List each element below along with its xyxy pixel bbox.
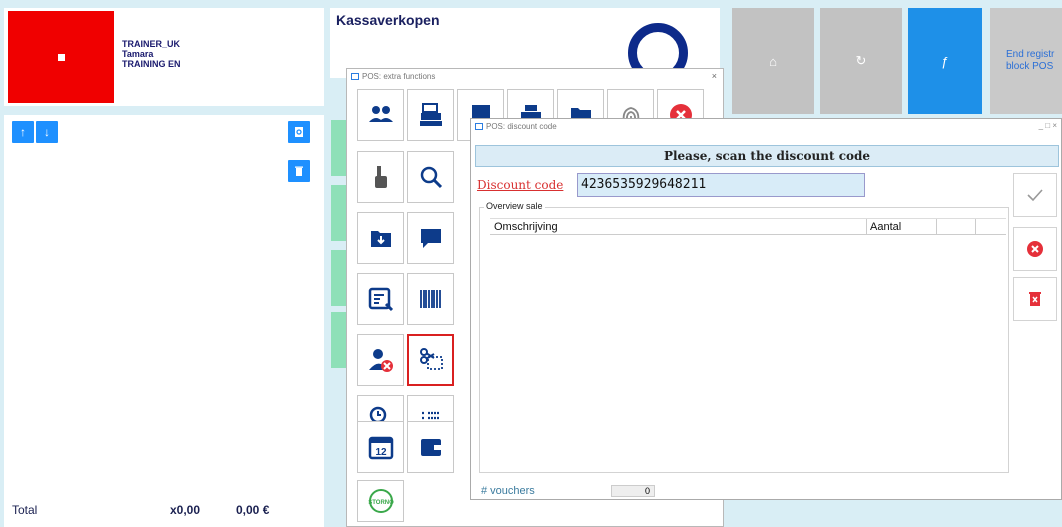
trainer-name: TRAINER_UK — [122, 39, 181, 49]
instruction-banner: Please, scan the discount code — [475, 145, 1059, 167]
close-icon[interactable]: × — [712, 71, 717, 81]
cash-register-icon — [419, 103, 442, 126]
remove-customer-button[interactable] — [357, 334, 404, 386]
list-search-icon — [368, 287, 393, 312]
users-icon — [368, 106, 393, 122]
window-controls[interactable]: _ □ × — [1039, 121, 1057, 130]
download-folder-button[interactable] — [357, 212, 404, 264]
storno-text: STORNO — [368, 500, 394, 506]
overview-sale-label: Overview sale — [484, 201, 545, 211]
page-title: Kassaverkopen — [336, 12, 440, 28]
search-doc-icon — [295, 127, 303, 137]
refresh-icon: ↻ — [855, 53, 867, 68]
calendar-button[interactable]: 12 — [357, 421, 404, 473]
user-remove-icon — [368, 349, 393, 372]
user-info: TRAINER_UK Tamara TRAINING EN — [122, 39, 181, 69]
side-strip — [331, 185, 347, 241]
discount-window-title: POS: discount code — [486, 121, 557, 131]
delete-order-button[interactable] — [288, 160, 310, 182]
discount-code-label: Discount code — [477, 178, 564, 192]
search-order-button[interactable] — [288, 121, 310, 143]
discount-titlebar: POS: discount code — [471, 119, 1061, 133]
vouchers-count: 0 — [611, 485, 655, 497]
message-button[interactable] — [407, 212, 454, 264]
function-icon: ƒ — [941, 53, 949, 69]
calendar-icon: 12 — [368, 436, 393, 460]
discount-code-button[interactable] — [407, 334, 454, 386]
storno-icon: STORNO — [368, 489, 394, 513]
chat-icon — [420, 229, 441, 248]
function-button[interactable]: ƒ — [908, 8, 982, 114]
end-registration-label-1: End registr — [1006, 49, 1055, 60]
hand-pointer-icon — [374, 166, 387, 188]
total-label: Total — [12, 503, 38, 517]
scroll-down-button[interactable]: ↓ — [36, 121, 58, 143]
barcode-button[interactable] — [407, 273, 454, 325]
overview-table-header: Omschrijving Aantal — [490, 218, 1006, 235]
search-button[interactable] — [407, 151, 454, 203]
vouchers-label: # vouchers — [481, 485, 535, 497]
end-registration-button[interactable]: End registr block POS — [990, 8, 1062, 114]
cancel-circle-icon — [1027, 241, 1043, 257]
order-panel: ↑ ↓ — [4, 115, 324, 527]
customers-button[interactable] — [357, 89, 404, 141]
receipt-list-button[interactable] — [357, 273, 404, 325]
stop-button[interactable] — [8, 11, 114, 103]
discount-code-input[interactable]: 4236535929648211 — [577, 173, 865, 197]
discount-code-window: POS: discount code _ □ × Please, scan th… — [470, 118, 1062, 500]
user-name: Tamara — [122, 49, 154, 59]
column-divider — [975, 219, 976, 234]
window-icon — [351, 72, 359, 80]
cash-register-button[interactable] — [407, 89, 454, 141]
side-strip — [331, 120, 347, 176]
stop-icon — [57, 53, 65, 61]
user-card: TRAINER_UK Tamara TRAINING EN — [4, 8, 324, 106]
home-icon: ⌂ — [769, 53, 777, 69]
column-divider — [936, 219, 937, 234]
extra-functions-title: POS: extra functions — [362, 71, 436, 81]
arrow-down-icon: ↓ — [44, 125, 50, 139]
wallet-icon — [420, 439, 441, 456]
trash-icon — [1029, 292, 1041, 306]
svg-text:12: 12 — [375, 447, 387, 458]
storno-button[interactable]: STORNO — [357, 480, 404, 522]
arrow-up-icon: ↑ — [20, 125, 26, 139]
check-icon — [1027, 189, 1043, 202]
side-strip — [331, 250, 347, 306]
column-omschrijving: Omschrijving — [494, 221, 558, 233]
training-mode: TRAINING EN — [122, 59, 181, 69]
window-icon — [475, 122, 483, 130]
folder-download-icon — [370, 231, 391, 247]
refresh-button[interactable]: ↻ — [820, 8, 902, 114]
cancel-discount-button[interactable] — [1013, 227, 1057, 271]
scroll-up-button[interactable]: ↑ — [12, 121, 34, 143]
end-registration-label-2: block POS — [1006, 61, 1054, 72]
delete-discount-button[interactable] — [1013, 277, 1057, 321]
column-aantal: Aantal — [870, 221, 902, 233]
column-divider — [866, 219, 867, 234]
total-amount: 0,00 € — [236, 503, 270, 517]
confirm-button[interactable] — [1013, 173, 1057, 217]
wallet-button[interactable] — [407, 421, 454, 473]
extra-functions-titlebar: POS: extra functions — [347, 69, 723, 83]
total-count: x0,00 — [170, 503, 201, 517]
select-button[interactable] — [357, 151, 404, 203]
home-button[interactable]: ⌂ — [732, 8, 814, 114]
barcode-icon — [419, 290, 441, 308]
trash-icon — [295, 166, 303, 176]
side-strip — [331, 312, 347, 368]
overview-sale-group: Overview sale Omschrijving Aantal — [479, 201, 1009, 473]
search-icon — [420, 166, 442, 189]
scissors-coupon-icon — [419, 348, 443, 370]
